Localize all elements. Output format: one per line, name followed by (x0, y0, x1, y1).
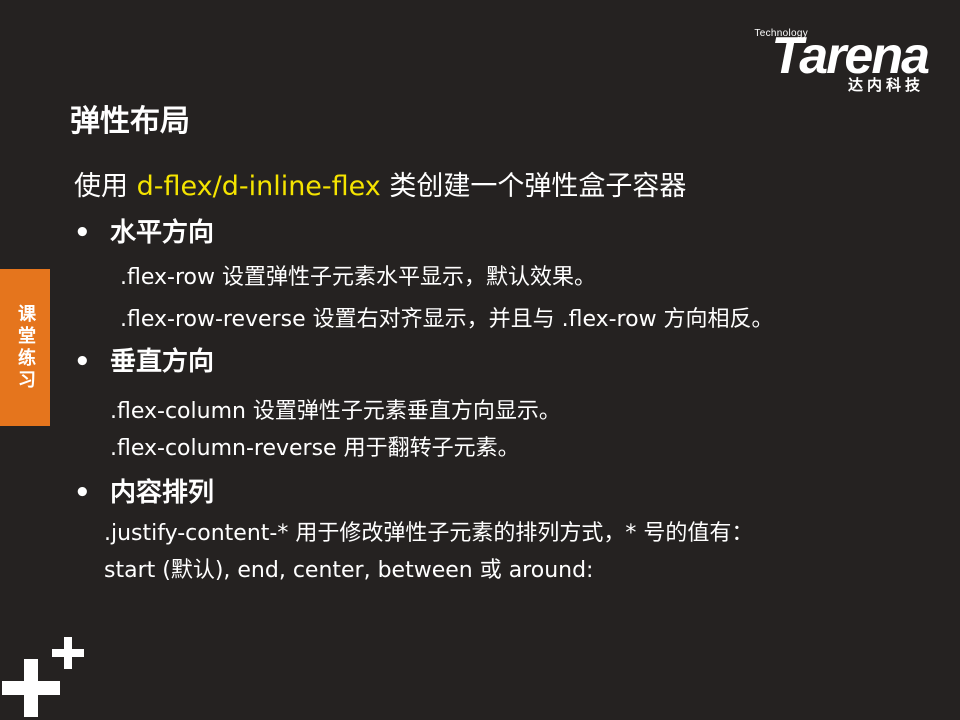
side-tab-label: 课堂练习 (15, 303, 36, 392)
line-flex-column-reverse: .flex-column-reverse 用于翻转子元素。 (110, 436, 520, 461)
slide-title: 弹性布局 (70, 104, 190, 139)
big-plus-icon (2, 659, 60, 717)
section-heading-justify: 内容排列 (110, 478, 215, 508)
line-justify-content: .justify-content-* 用于修改弹性子元素的排列方式，* 号的值有… (104, 521, 754, 546)
section-heading-horizontal: 水平方向 (110, 218, 215, 248)
intro-highlight: d-flex/d-inline-flex (136, 171, 381, 202)
bullet-dot: • (74, 347, 91, 377)
line-flex-row-reverse: .flex-row-reverse 设置右对齐显示，并且与 .flex-row … (120, 307, 774, 332)
bullet-vertical: • 垂直方向 (74, 341, 214, 378)
line-flex-column: .flex-column 设置弹性子元素垂直方向显示。 (110, 399, 561, 424)
bullet-justify: • 内容排列 (74, 472, 214, 509)
bullet-horizontal: • 水平方向 (74, 212, 214, 249)
section-heading-vertical: 垂直方向 (110, 347, 215, 377)
tarena-logo: Technology Tarena 达内科技 (728, 24, 930, 96)
line-justify-values: start (默认), end, center, between 或 aroun… (104, 558, 594, 583)
bullet-dot: • (74, 218, 91, 248)
intro-suffix: 类创建一个弹性盒子容器 (380, 171, 687, 202)
intro-prefix: 使用 (74, 171, 137, 202)
logo-chinese-text: 达内科技 (847, 76, 924, 94)
classroom-exercise-tab: 课堂练习 (0, 269, 50, 426)
line-flex-row: .flex-row 设置弹性子元素水平显示，默认效果。 (120, 265, 596, 290)
bullet-dot: • (74, 478, 91, 508)
intro-line: 使用 d-flex/d-inline-flex 类创建一个弹性盒子容器 (74, 164, 686, 203)
